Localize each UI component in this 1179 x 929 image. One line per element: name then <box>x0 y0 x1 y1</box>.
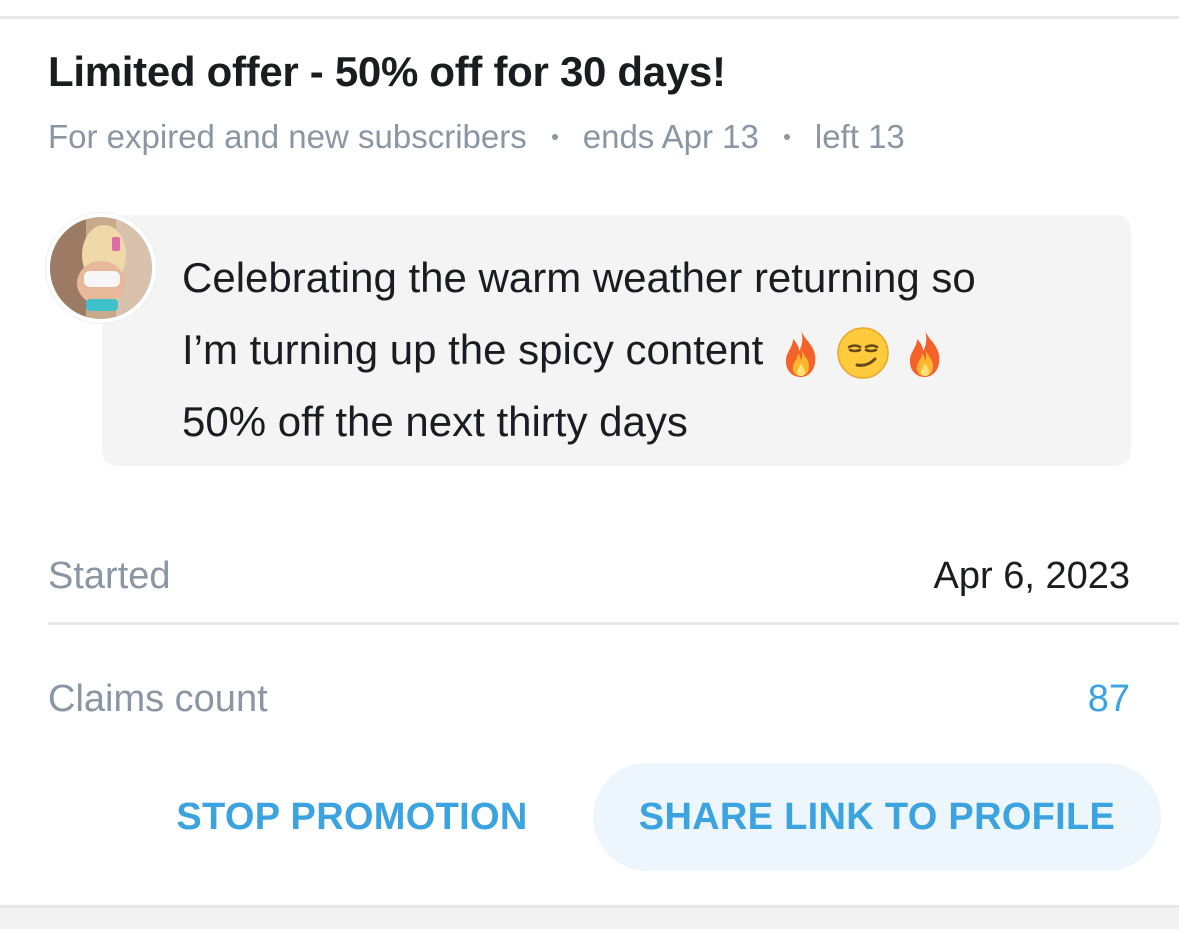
emoji-group <box>773 325 959 381</box>
stop-promotion-button[interactable]: STOP PROMOTION <box>150 763 554 871</box>
share-link-to-profile-button[interactable]: SHARE LINK TO PROFILE <box>593 763 1161 871</box>
row-divider <box>48 622 1179 625</box>
smirk-face-icon <box>835 325 891 381</box>
claims-row: Claims count 87 <box>48 678 1130 721</box>
promotion-card: Limited offer - 50% off for 30 days! For… <box>0 0 1179 905</box>
separator-dot <box>783 134 790 140</box>
left-text: left 13 <box>814 118 905 155</box>
started-value: Apr 6, 2023 <box>933 555 1130 597</box>
started-label: Started <box>48 555 171 597</box>
claims-count-link[interactable]: 87 <box>1088 678 1130 721</box>
audience-text: For expired and new subscribers <box>48 118 527 155</box>
fire-icon <box>897 325 953 381</box>
ends-text: ends Apr 13 <box>582 118 759 155</box>
separator-dot <box>551 134 558 140</box>
promotion-meta: For expired and new subscribers ends Apr… <box>48 118 905 156</box>
message-line-1: Celebrating the warm weather returning s… <box>182 254 976 301</box>
promotion-message: Celebrating the warm weather returning s… <box>182 242 1112 458</box>
promotion-title: Limited offer - 50% off for 30 days! <box>48 48 726 95</box>
claims-label: Claims count <box>48 678 268 720</box>
message-line-3: 50% off the next thirty days <box>182 398 688 445</box>
message-line-2: I’m turning up the spicy content <box>182 326 764 373</box>
bottom-divider <box>0 905 1179 929</box>
fire-icon <box>773 325 829 381</box>
avatar-image <box>46 213 156 323</box>
avatar[interactable] <box>46 213 156 323</box>
started-row: Started Apr 6, 2023 <box>48 555 1130 598</box>
message-line-2-wrap: I’m turning up the spicy content <box>182 314 1112 386</box>
